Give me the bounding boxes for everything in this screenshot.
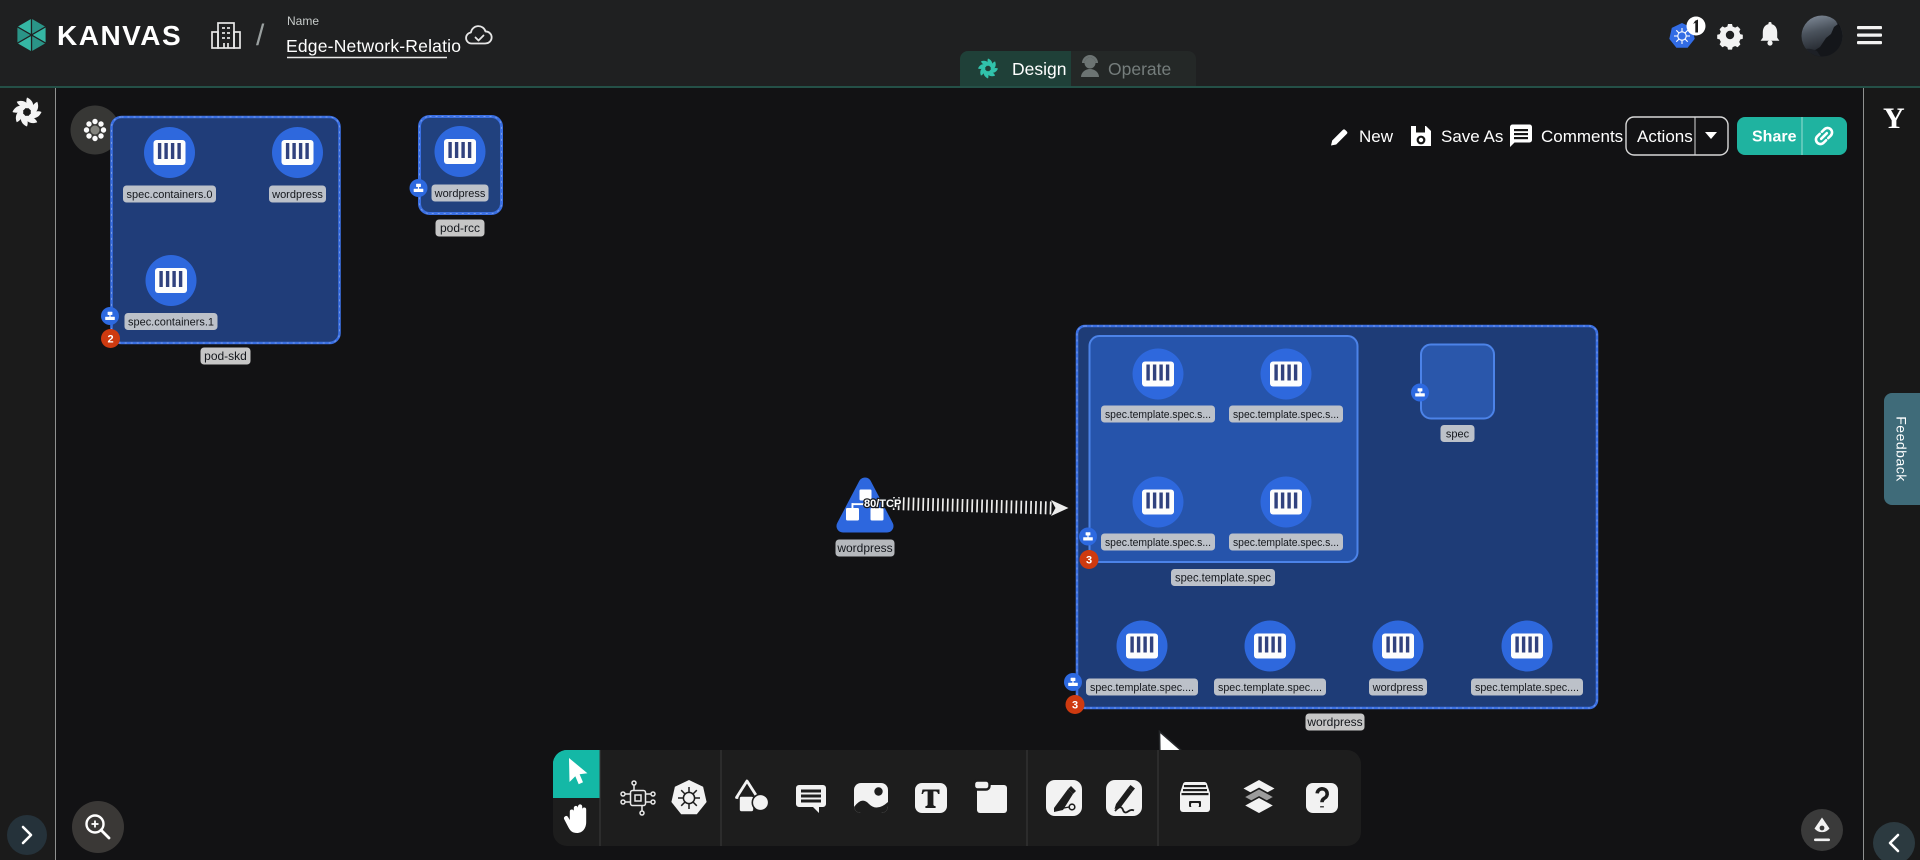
svg-text:Save As: Save As bbox=[1441, 127, 1503, 146]
svg-text:3: 3 bbox=[1072, 700, 1078, 712]
svg-text:spec.template.spec.s...: spec.template.spec.s... bbox=[1105, 537, 1211, 549]
svg-text:3: 3 bbox=[1086, 555, 1092, 567]
svg-text:wordpress: wordpress bbox=[1306, 715, 1362, 729]
svg-text:Design: Design bbox=[1012, 59, 1066, 79]
svg-text:Edge-Network-Relatio: Edge-Network-Relatio bbox=[286, 36, 461, 56]
svg-text:80/TCP: 80/TCP bbox=[864, 498, 901, 510]
svg-text:wordpress: wordpress bbox=[271, 189, 323, 201]
svg-text:spec.containers.1: spec.containers.1 bbox=[128, 317, 214, 329]
svg-text:spec.template.spec....: spec.template.spec.... bbox=[1090, 682, 1194, 694]
svg-text:spec.template.spec: spec.template.spec bbox=[1175, 571, 1271, 585]
svg-text:wordpress: wordpress bbox=[434, 188, 486, 200]
svg-text:Comments: Comments bbox=[1541, 127, 1623, 146]
svg-text:Name: Name bbox=[287, 14, 319, 28]
svg-text:Operate: Operate bbox=[1108, 59, 1171, 79]
svg-text:/: / bbox=[256, 19, 265, 52]
svg-text:spec: spec bbox=[1446, 429, 1470, 441]
svg-text:Y: Y bbox=[1883, 102, 1905, 135]
svg-text:2: 2 bbox=[107, 334, 113, 346]
svg-text:wordpress: wordpress bbox=[836, 541, 892, 555]
svg-text:spec.containers.0: spec.containers.0 bbox=[127, 189, 213, 201]
svg-text:spec.template.spec....: spec.template.spec.... bbox=[1218, 682, 1322, 694]
svg-text:Actions: Actions bbox=[1637, 127, 1693, 146]
svg-text:Share: Share bbox=[1752, 129, 1797, 146]
svg-text:spec.template.spec....: spec.template.spec.... bbox=[1475, 682, 1579, 694]
svg-text:pod-skd: pod-skd bbox=[204, 349, 247, 363]
svg-text:pod-rcc: pod-rcc bbox=[440, 221, 480, 235]
svg-text:spec.template.spec.s...: spec.template.spec.s... bbox=[1105, 409, 1211, 421]
svg-text:spec.template.spec.s...: spec.template.spec.s... bbox=[1233, 409, 1339, 421]
svg-text:New: New bbox=[1359, 127, 1394, 146]
svg-text:KANVAS: KANVAS bbox=[57, 20, 182, 51]
svg-text:spec.template.spec.s...: spec.template.spec.s... bbox=[1233, 537, 1339, 549]
svg-text:wordpress: wordpress bbox=[1372, 682, 1424, 694]
